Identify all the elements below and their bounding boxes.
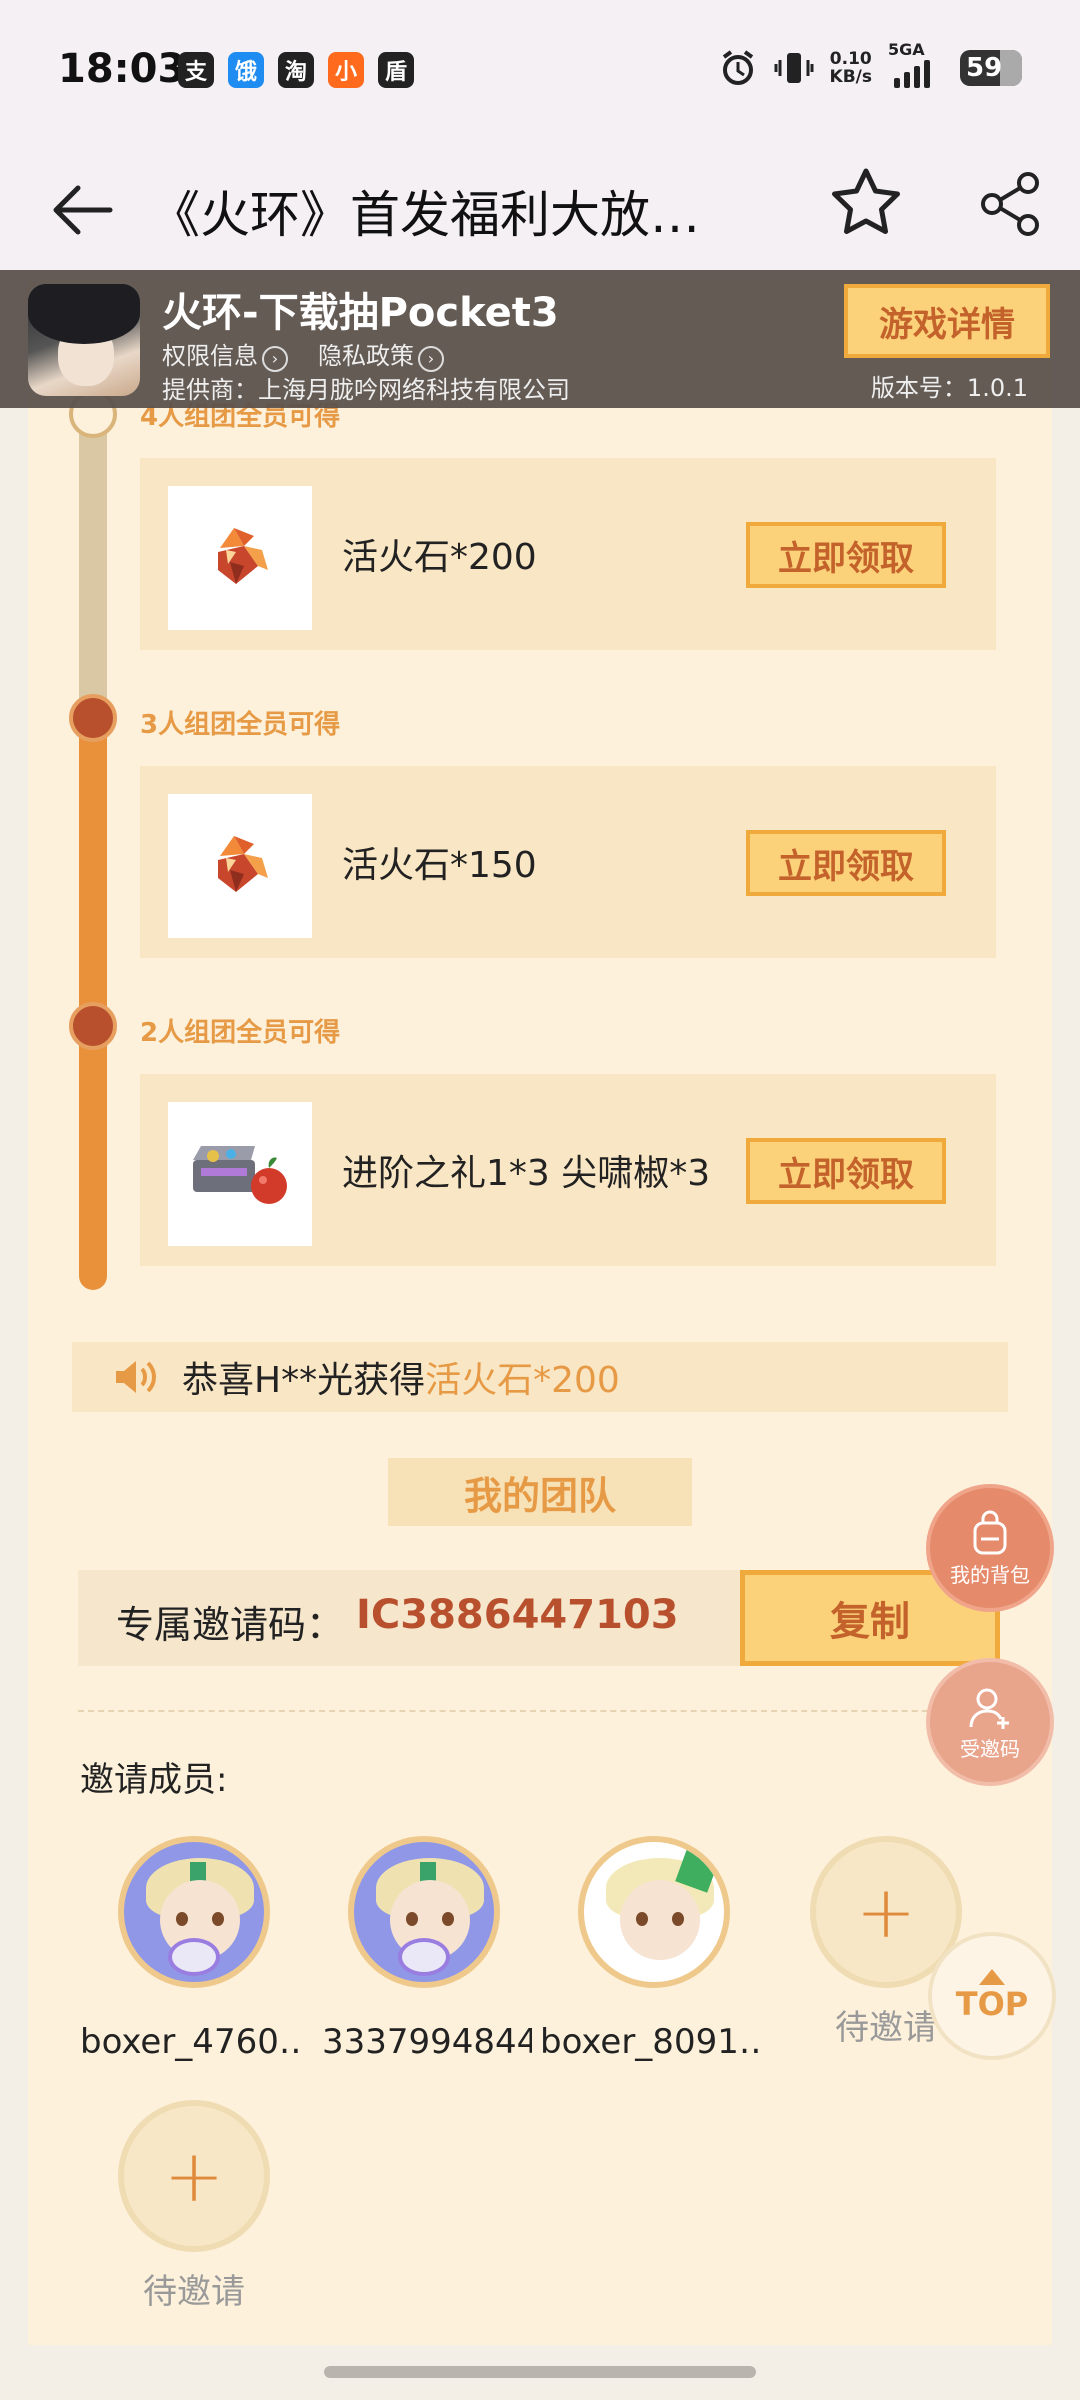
members-label: 邀请成员: (80, 1760, 228, 1800)
share-icon[interactable] (976, 169, 1046, 239)
member-slot[interactable] (324, 1836, 524, 1988)
member-name: boxer_8091… (540, 2022, 764, 2062)
tier-2-label: 2人组团全员可得 (140, 1018, 341, 1048)
game-app-icon[interactable] (28, 284, 140, 396)
member-name: 3337994844 (322, 2022, 532, 2062)
member-slot[interactable] (554, 1836, 754, 1988)
xiaohongshu-icon: 小 (328, 52, 364, 88)
chevron-right-icon: › (262, 346, 288, 372)
my-bag-button[interactable]: 我的背包 (926, 1484, 1054, 1612)
signal-strength: 5GA (888, 40, 944, 88)
eleme-icon: 饿 (228, 52, 264, 88)
speaker-icon (112, 1357, 164, 1397)
status-app-icons: 支 饿 淘 小 盾 (178, 52, 414, 88)
claim-button[interactable]: 立即领取 (746, 522, 946, 588)
broadcast-text: 恭喜H**光获得 (182, 1360, 426, 1401)
tier-3-label: 3人组团全员可得 (140, 710, 341, 740)
claim-button[interactable]: 立即领取 (746, 1138, 946, 1204)
status-time: 18:03 (58, 46, 186, 92)
top-label: TOP (955, 1985, 1029, 2023)
add-member-plus-icon: + (118, 2100, 270, 2252)
invite-code-label: 专属邀请码： (116, 1603, 345, 1647)
reward-card-tier-4: 活火石*200 立即领取 (140, 458, 996, 650)
back-to-top-button[interactable]: TOP (928, 1932, 1056, 2060)
gift-chest-icon (168, 1102, 312, 1246)
fire-stone-icon (168, 486, 312, 630)
chevron-right-icon: › (418, 346, 444, 372)
taobao-icon: 淘 (278, 52, 314, 88)
battery-indicator: 59 (960, 50, 1022, 86)
winner-broadcast: 恭喜H**光获得 活火石*200 (72, 1342, 1008, 1412)
status-bar: 18:03 支 饿 淘 小 盾 0.10 KB/s 5GA 59 (0, 0, 1080, 145)
reward-item-name: 活火石*200 (342, 537, 537, 578)
timeline-track-pending (79, 408, 107, 718)
game-name: 火环-下载抽Pocket3 (162, 290, 559, 336)
avatar (118, 1836, 270, 1988)
broadcast-reward: 活火石*200 (425, 1360, 620, 1401)
signal-bars-icon (894, 56, 930, 88)
shield-app-icon: 盾 (378, 52, 414, 88)
backpack-icon (973, 1510, 1007, 1554)
page-title: 《火环》首发福利大放… (150, 186, 700, 244)
tier-3-marker (69, 694, 117, 742)
invited-code-label: 受邀码 (960, 1736, 1020, 1761)
game-provider: 提供商：上海月胧吟网络科技有限公司 (162, 376, 570, 404)
permission-link[interactable]: 权限信息 › (162, 336, 288, 372)
vibrate-icon (774, 53, 814, 83)
tier-2-marker (69, 1002, 117, 1050)
pending-label: 待邀请 (143, 2272, 245, 2312)
invite-code-value: IC3886447103 (356, 1592, 679, 1638)
fire-stone-icon (168, 794, 312, 938)
back-arrow-icon[interactable] (46, 175, 116, 245)
game-links: 权限信息 › 隐私政策 › (162, 336, 444, 372)
timeline-track-progress (79, 700, 107, 1290)
claim-button[interactable]: 立即领取 (746, 830, 946, 896)
status-indicators: 0.10 KB/s 5GA 59 (718, 40, 1022, 88)
add-user-icon (969, 1688, 1009, 1729)
privacy-link[interactable]: 隐私政策 › (318, 336, 444, 372)
reward-card-tier-2: 进阶之礼1*3 尖啸椒*3 立即领取 (140, 1074, 996, 1266)
top-nav: 《火环》首发福利大放… (0, 145, 1080, 275)
game-detail-button[interactable]: 游戏详情 (844, 284, 1050, 358)
reward-item-name: 进阶之礼1*3 尖啸椒*3 (342, 1153, 711, 1194)
caret-up-icon (979, 1969, 1005, 1985)
invited-code-button[interactable]: 受邀码 (926, 1658, 1054, 1786)
game-version: 版本号：1.0.1 (870, 374, 1028, 402)
alarm-icon (722, 50, 753, 85)
net-speed: 0.10 KB/s (829, 49, 872, 87)
member-slot[interactable] (94, 1836, 294, 1988)
my-team-title: 我的团队 (388, 1458, 692, 1526)
favorite-star-icon[interactable] (826, 163, 906, 243)
reward-item-name: 活火石*150 (342, 845, 537, 886)
my-bag-label: 我的背包 (950, 1562, 1030, 1587)
avatar (348, 1836, 500, 1988)
divider (78, 1710, 998, 1712)
home-indicator[interactable] (324, 2366, 756, 2378)
game-info-banner: 火环-下载抽Pocket3 权限信息 › 隐私政策 › 提供商：上海月胧吟网络科技有… (0, 270, 1080, 408)
pending-member-slot[interactable]: + 待邀请 (94, 2100, 294, 2313)
avatar (578, 1836, 730, 1988)
member-name: boxer_4760… (80, 2022, 304, 2062)
alipay-icon: 支 (178, 52, 214, 88)
reward-card-tier-3: 活火石*150 立即领取 (140, 766, 996, 958)
